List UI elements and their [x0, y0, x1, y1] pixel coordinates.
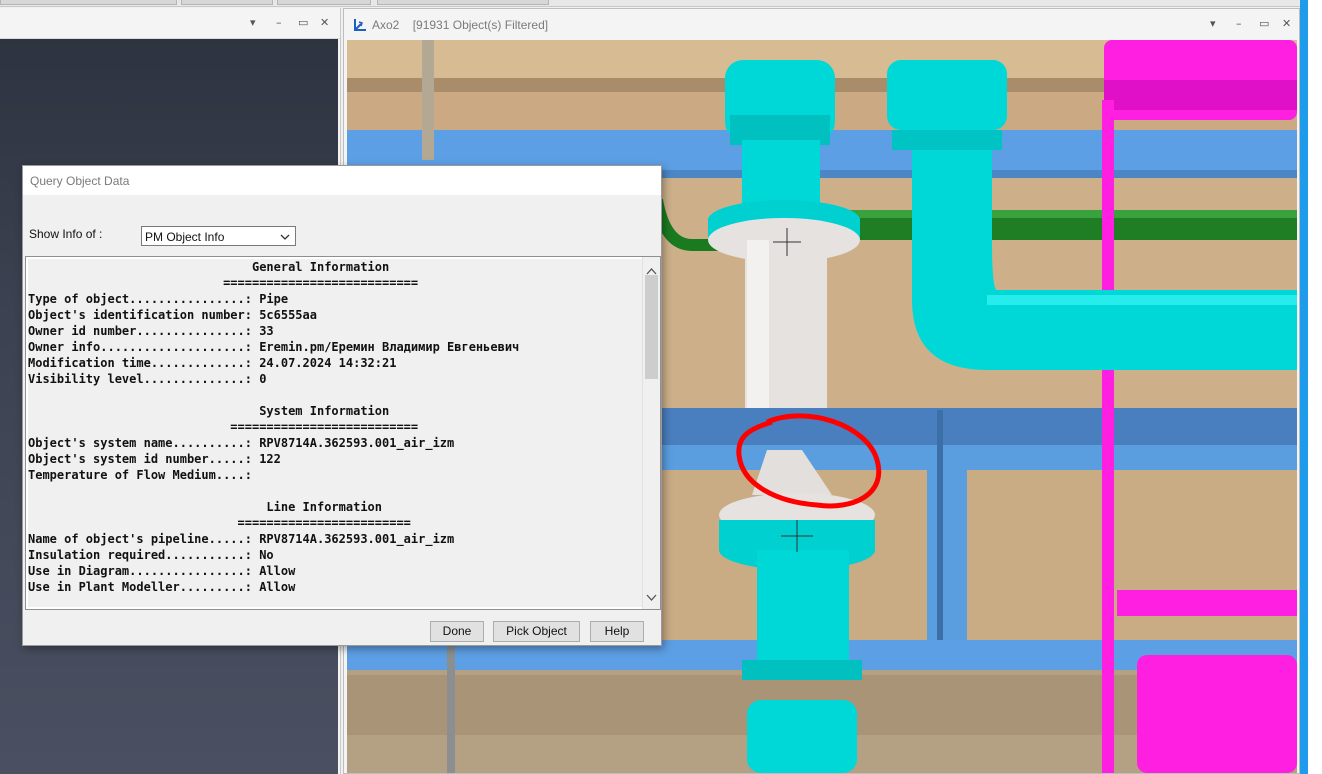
info-line: Use in Diagram................: Allow [28, 564, 296, 578]
info-line [28, 483, 642, 499]
right-edge-panel [1300, 0, 1322, 774]
object-info-text: General Information ====================… [28, 259, 642, 607]
info-line: Object's system name..........: RPV8714A… [28, 436, 455, 450]
info-line: System Information [28, 404, 390, 418]
info-line: Visibility level..............: 0 [28, 372, 267, 386]
axo-close-icon[interactable]: ✕ [1282, 17, 1291, 30]
left-pane-dropdown-icon[interactable]: ▾ [250, 16, 256, 29]
top-tab-1[interactable] [0, 0, 177, 5]
left-pane-maximize-icon[interactable]: ▭ [298, 16, 308, 29]
info-line: Name of object's pipeline.....: RPV8714A… [28, 532, 455, 546]
object-info-textbox[interactable]: General Information ====================… [25, 256, 661, 610]
top-tab-4[interactable] [377, 0, 549, 5]
info-line [28, 387, 642, 403]
info-line: Line Information [28, 500, 383, 514]
info-line: Object's identification number: 5c6555aa [28, 308, 317, 322]
show-info-label: Show Info of : [29, 227, 103, 241]
axo-minimize-icon[interactable]: – [1236, 17, 1242, 30]
info-line: ======================== [28, 516, 411, 530]
axo-maximize-icon[interactable]: ▭ [1259, 17, 1269, 30]
axo-view-title: Axo2 [91931 Object(s) Filtered] [372, 18, 549, 32]
info-line: Type of object................: Pipe [28, 292, 289, 306]
info-vertical-scrollbar[interactable] [642, 257, 660, 609]
info-line: Owner info....................: Eremin.p… [28, 340, 520, 354]
info-line: Insulation required...........: No [28, 548, 274, 562]
axo-view-icon [352, 17, 368, 37]
axo-view-titlebar: Axo2 [91931 Object(s) Filtered] ▾ – ▭ ✕ [344, 9, 1299, 39]
left-pane-close-icon[interactable]: ✕ [320, 16, 329, 29]
scrollbar-thumb[interactable] [645, 275, 658, 379]
show-info-selected-value: PM Object Info [145, 230, 225, 244]
dialog-title: Query Object Data [30, 174, 130, 188]
info-line: Modification time.............: 24.07.20… [28, 356, 397, 370]
left-pane-titlebar: ▾ – ▭ ✕ [0, 8, 340, 39]
dialog-titlebar[interactable]: Query Object Data [23, 166, 661, 195]
scroll-down-icon[interactable] [646, 587, 657, 606]
dropdown-arrow-icon [279, 229, 291, 248]
left-pane-minimize-icon[interactable]: – [276, 16, 282, 29]
info-line: ========================== [28, 420, 419, 434]
info-line: Object's system id number.....: 122 [28, 452, 281, 466]
query-object-data-dialog: Query Object Data Show Info of : PM Obje… [22, 165, 662, 646]
info-line: General Information [28, 260, 390, 274]
done-button[interactable]: Done [430, 621, 484, 642]
axo-dropdown-icon[interactable]: ▾ [1210, 17, 1216, 30]
pick-object-button[interactable]: Pick Object [493, 621, 580, 642]
info-line: =========================== [28, 276, 419, 290]
help-button[interactable]: Help [590, 621, 644, 642]
top-tab-strip [0, 0, 1322, 7]
show-info-select[interactable]: PM Object Info [141, 226, 296, 246]
top-tab-3[interactable] [277, 0, 371, 5]
right-edge-accent [1300, 0, 1308, 774]
info-line: Use in Plant Modeller.........: Allow [28, 580, 296, 594]
info-line: Owner id number...............: 33 [28, 324, 274, 338]
top-tab-2[interactable] [181, 0, 273, 5]
info-line: Temperature of Flow Medium....: [28, 468, 252, 482]
